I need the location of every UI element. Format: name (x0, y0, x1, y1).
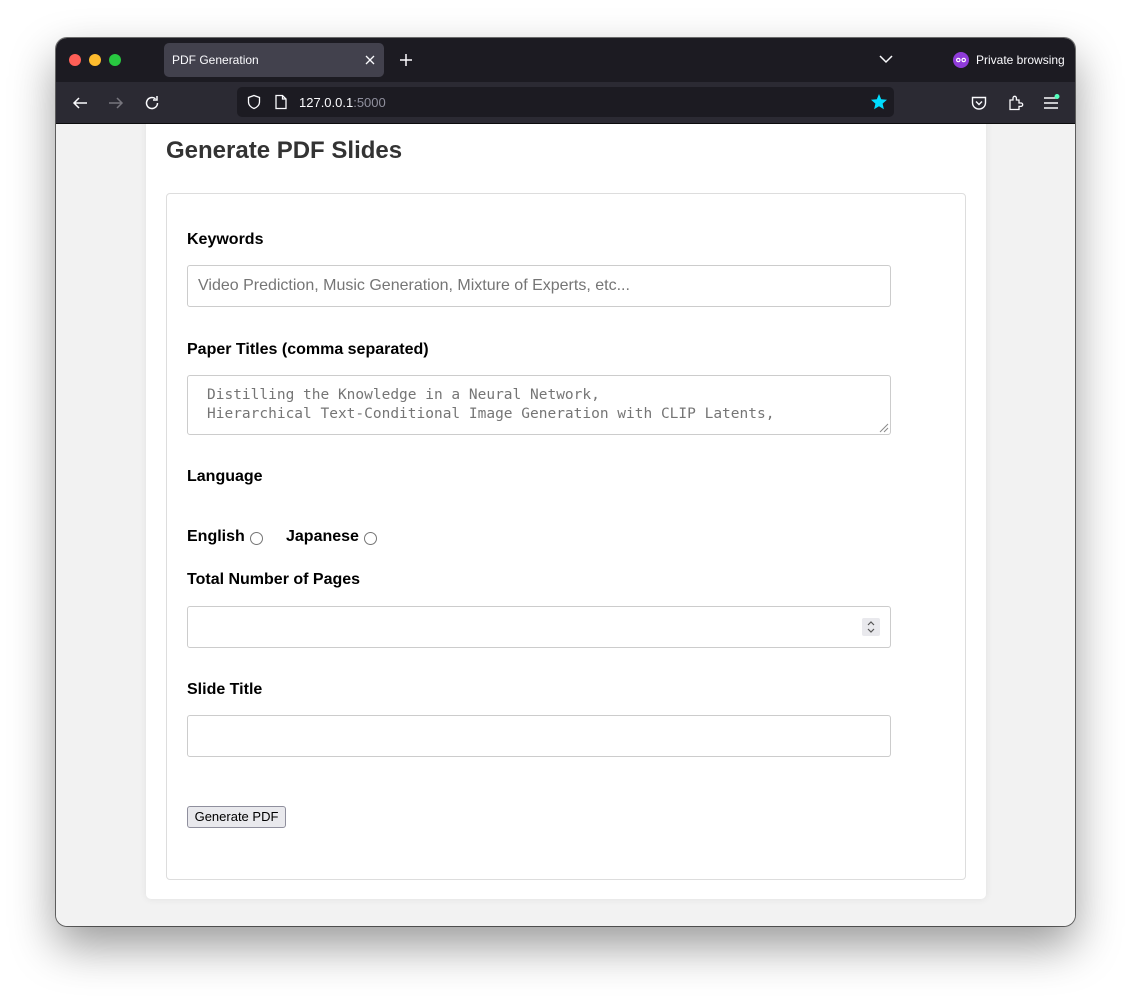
pocket-icon[interactable] (970, 94, 988, 112)
keywords-input[interactable]: Video Prediction, Music Generation, Mixt… (187, 265, 891, 307)
paper-titles-line: Distilling the Knowledge in a Neural Net… (207, 387, 600, 403)
language-label: Language (187, 468, 263, 485)
paper-titles-textarea[interactable]: Distilling the Knowledge in a Neural Net… (187, 375, 891, 435)
navigation-toolbar: 127.0.0.1:5000 (56, 82, 1075, 124)
plus-icon[interactable] (399, 53, 413, 67)
private-browsing-icon (953, 52, 969, 68)
minimize-window-button[interactable] (89, 54, 101, 66)
japanese-label: Japanese (286, 528, 359, 545)
shield-icon[interactable] (246, 94, 262, 110)
total-pages-input[interactable] (187, 606, 891, 648)
slide-title-input[interactable] (187, 715, 891, 757)
number-stepper[interactable] (862, 618, 880, 636)
page-viewport: Generate PDF Slides Keywords Video Predi… (56, 124, 1075, 926)
tab-title: PDF Generation (172, 53, 259, 67)
chevron-down-icon[interactable] (879, 54, 893, 64)
page-icon[interactable] (274, 94, 288, 110)
maximize-window-button[interactable] (109, 54, 121, 66)
slide-title-label: Slide Title (187, 681, 263, 698)
url-host: 127.0.0.1 (299, 95, 354, 110)
english-radio[interactable] (250, 532, 263, 545)
reload-icon[interactable] (143, 94, 161, 112)
back-arrow-icon[interactable] (71, 94, 89, 112)
url-text: 127.0.0.1:5000 (299, 95, 386, 110)
menu-icon[interactable] (1042, 94, 1060, 112)
tab-bar: PDF Generation Private browsing (56, 38, 1075, 82)
star-bookmark-icon[interactable] (870, 93, 888, 111)
forward-arrow-icon[interactable] (107, 94, 125, 112)
extensions-icon[interactable] (1006, 94, 1024, 112)
keywords-placeholder: Video Prediction, Music Generation, Mixt… (198, 277, 630, 294)
address-bar[interactable]: 127.0.0.1:5000 (237, 87, 894, 117)
japanese-radio[interactable] (364, 532, 377, 545)
url-port: :5000 (353, 95, 386, 110)
main-card: Generate PDF Slides Keywords Video Predi… (146, 124, 986, 899)
english-label: English (187, 528, 245, 545)
paper-titles-label: Paper Titles (comma separated) (187, 341, 429, 358)
close-window-button[interactable] (69, 54, 81, 66)
resize-grip-icon[interactable] (877, 421, 889, 433)
private-browsing-label: Private browsing (976, 53, 1065, 67)
total-pages-label: Total Number of Pages (187, 571, 361, 588)
page-title: Generate PDF Slides (166, 137, 403, 164)
tab-pdf-generation[interactable]: PDF Generation (164, 43, 384, 77)
keywords-label: Keywords (187, 231, 264, 248)
generate-form: Keywords Video Prediction, Music Generat… (166, 193, 966, 880)
generate-pdf-button[interactable]: Generate PDF (187, 806, 286, 828)
close-icon[interactable] (364, 54, 376, 66)
paper-titles-line: Hierarchical Text-Conditional Image Gene… (207, 406, 775, 422)
browser-window: PDF Generation Private browsing 127.0.0.… (56, 38, 1075, 926)
stepper-arrows-icon[interactable] (862, 618, 880, 636)
